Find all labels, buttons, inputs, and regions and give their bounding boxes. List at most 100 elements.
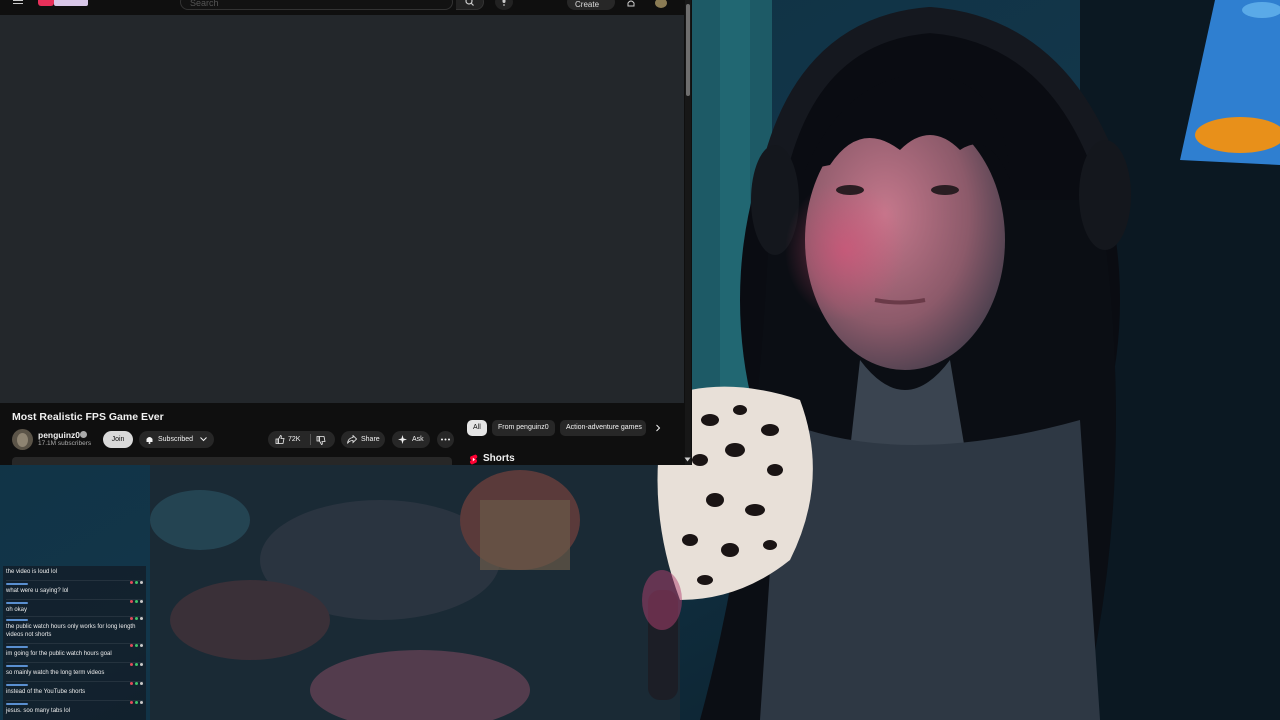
share-icon bbox=[347, 435, 357, 444]
more-horizontal-icon bbox=[441, 438, 450, 441]
menu-icon[interactable] bbox=[13, 0, 25, 6]
share-label: Share bbox=[361, 436, 380, 443]
badge-icon bbox=[140, 644, 143, 647]
chevron-right-icon[interactable] bbox=[654, 424, 662, 432]
search-button[interactable] bbox=[456, 0, 484, 10]
chat-username[interactable] bbox=[6, 665, 28, 667]
like-divider bbox=[310, 434, 311, 445]
badge-icon bbox=[135, 600, 138, 603]
chat-username[interactable] bbox=[6, 619, 28, 621]
badge-icon bbox=[135, 701, 138, 704]
badge-icon bbox=[135, 617, 138, 620]
stream-chat: the video is loud lol what were u saying?… bbox=[3, 566, 146, 720]
badge-icon bbox=[140, 663, 143, 666]
badge-icon bbox=[130, 600, 133, 603]
channel-avatar[interactable] bbox=[12, 429, 33, 450]
chat-message-text: oh okay bbox=[6, 607, 28, 613]
chip-from-channel[interactable]: From penguinz0 bbox=[492, 420, 555, 436]
chat-message-text: im going for the public watch hours goal bbox=[6, 651, 112, 657]
badge-icon bbox=[140, 682, 143, 685]
chat-message: the video is loud lol bbox=[6, 566, 143, 578]
badge-icon bbox=[130, 663, 133, 666]
voice-search-button[interactable] bbox=[495, 0, 513, 10]
ask-button[interactable]: Ask bbox=[392, 431, 430, 448]
chat-badges bbox=[130, 644, 146, 648]
badge-icon bbox=[140, 581, 143, 584]
share-button[interactable]: Share bbox=[341, 431, 385, 448]
chat-username[interactable] bbox=[6, 583, 28, 585]
scrollbar-thumb[interactable] bbox=[686, 4, 690, 96]
badge-icon bbox=[135, 682, 138, 685]
chat-username[interactable] bbox=[6, 703, 28, 705]
ask-label: Ask bbox=[412, 436, 424, 443]
notifications-bell-icon[interactable] bbox=[626, 0, 636, 7]
join-button[interactable]: Join bbox=[103, 431, 133, 448]
video-title: Most Realistic FPS Game Ever bbox=[12, 411, 164, 423]
chat-divider bbox=[6, 616, 143, 617]
badge-icon bbox=[135, 644, 138, 647]
search-input[interactable]: Search bbox=[180, 0, 453, 10]
chat-badges bbox=[130, 600, 146, 604]
chat-message-text: instead of the YouTube shorts bbox=[6, 689, 86, 695]
chat-divider bbox=[6, 599, 143, 600]
chat-message: oh okay bbox=[6, 600, 146, 616]
chat-username[interactable] bbox=[6, 684, 28, 686]
search-placeholder: Search bbox=[190, 0, 219, 8]
badge-icon bbox=[140, 617, 143, 620]
badge-icon bbox=[140, 701, 143, 704]
subscribed-label: Subscribed bbox=[158, 436, 194, 443]
badge-icon bbox=[130, 701, 133, 704]
chat-divider bbox=[6, 700, 143, 701]
badge-icon bbox=[135, 663, 138, 666]
shorts-icon bbox=[469, 454, 478, 465]
badge-icon bbox=[130, 581, 133, 584]
chip-all[interactable]: All bbox=[467, 420, 487, 436]
badge-icon bbox=[140, 600, 143, 603]
video-player[interactable] bbox=[0, 15, 684, 403]
chat-message: jesus. soo many tabs lol bbox=[6, 701, 146, 717]
chip-action-adventure[interactable]: Action-adventure games bbox=[560, 420, 646, 436]
like-dislike-group: 72K bbox=[268, 431, 335, 448]
mic-icon bbox=[502, 0, 506, 6]
chat-message: the public watch hours only works for lo… bbox=[6, 617, 146, 641]
chat-badges bbox=[130, 663, 146, 667]
chat-message-text: the public watch hours only works for lo… bbox=[6, 624, 136, 638]
badge-icon bbox=[130, 682, 133, 685]
badge-icon bbox=[135, 581, 138, 584]
like-count: 72K bbox=[288, 436, 301, 443]
badge-icon bbox=[130, 644, 133, 647]
chat-message: im going for the public watch hours goal bbox=[6, 644, 146, 660]
chat-message-text: the video is loud lol bbox=[6, 569, 58, 575]
chevron-down-icon bbox=[200, 437, 207, 442]
chat-badges bbox=[130, 701, 146, 705]
shorts-heading: Shorts bbox=[483, 453, 515, 464]
chat-message-text: what were u saying? lol bbox=[6, 588, 69, 594]
subscribed-button[interactable]: Subscribed bbox=[139, 431, 214, 448]
like-icon[interactable] bbox=[275, 435, 285, 444]
chat-divider bbox=[6, 662, 143, 663]
caret-down-icon[interactable] bbox=[684, 457, 691, 462]
youtube-logo[interactable] bbox=[38, 0, 88, 6]
search-icon bbox=[465, 0, 474, 6]
create-label: Create bbox=[575, 0, 600, 9]
verified-badge-icon bbox=[80, 431, 87, 438]
chat-message-text: jesus. soo many tabs lol bbox=[6, 708, 71, 714]
description-box[interactable] bbox=[12, 457, 452, 465]
chat-badges bbox=[130, 682, 146, 686]
chat-badges bbox=[130, 617, 146, 621]
channel-name[interactable]: penguinz0 bbox=[38, 430, 80, 440]
bell-icon bbox=[146, 437, 153, 444]
chat-username[interactable] bbox=[6, 602, 28, 604]
more-actions-button[interactable] bbox=[437, 431, 454, 448]
create-button[interactable]: Create bbox=[567, 0, 615, 10]
dislike-icon[interactable] bbox=[316, 436, 326, 445]
chat-badges bbox=[130, 581, 146, 585]
youtube-topbar: Search Create bbox=[0, 0, 692, 14]
stream-screen: Search Create Most Realistic FPS Game Ev… bbox=[0, 0, 1280, 720]
account-avatar[interactable] bbox=[655, 0, 667, 8]
chat-divider bbox=[6, 580, 143, 581]
subscriber-count: 17.1M subscribers bbox=[38, 440, 92, 447]
chat-username[interactable] bbox=[6, 646, 28, 648]
chat-message: so mainly watch the long term videos bbox=[6, 663, 146, 679]
chat-message: what were u saying? lol bbox=[6, 581, 146, 597]
